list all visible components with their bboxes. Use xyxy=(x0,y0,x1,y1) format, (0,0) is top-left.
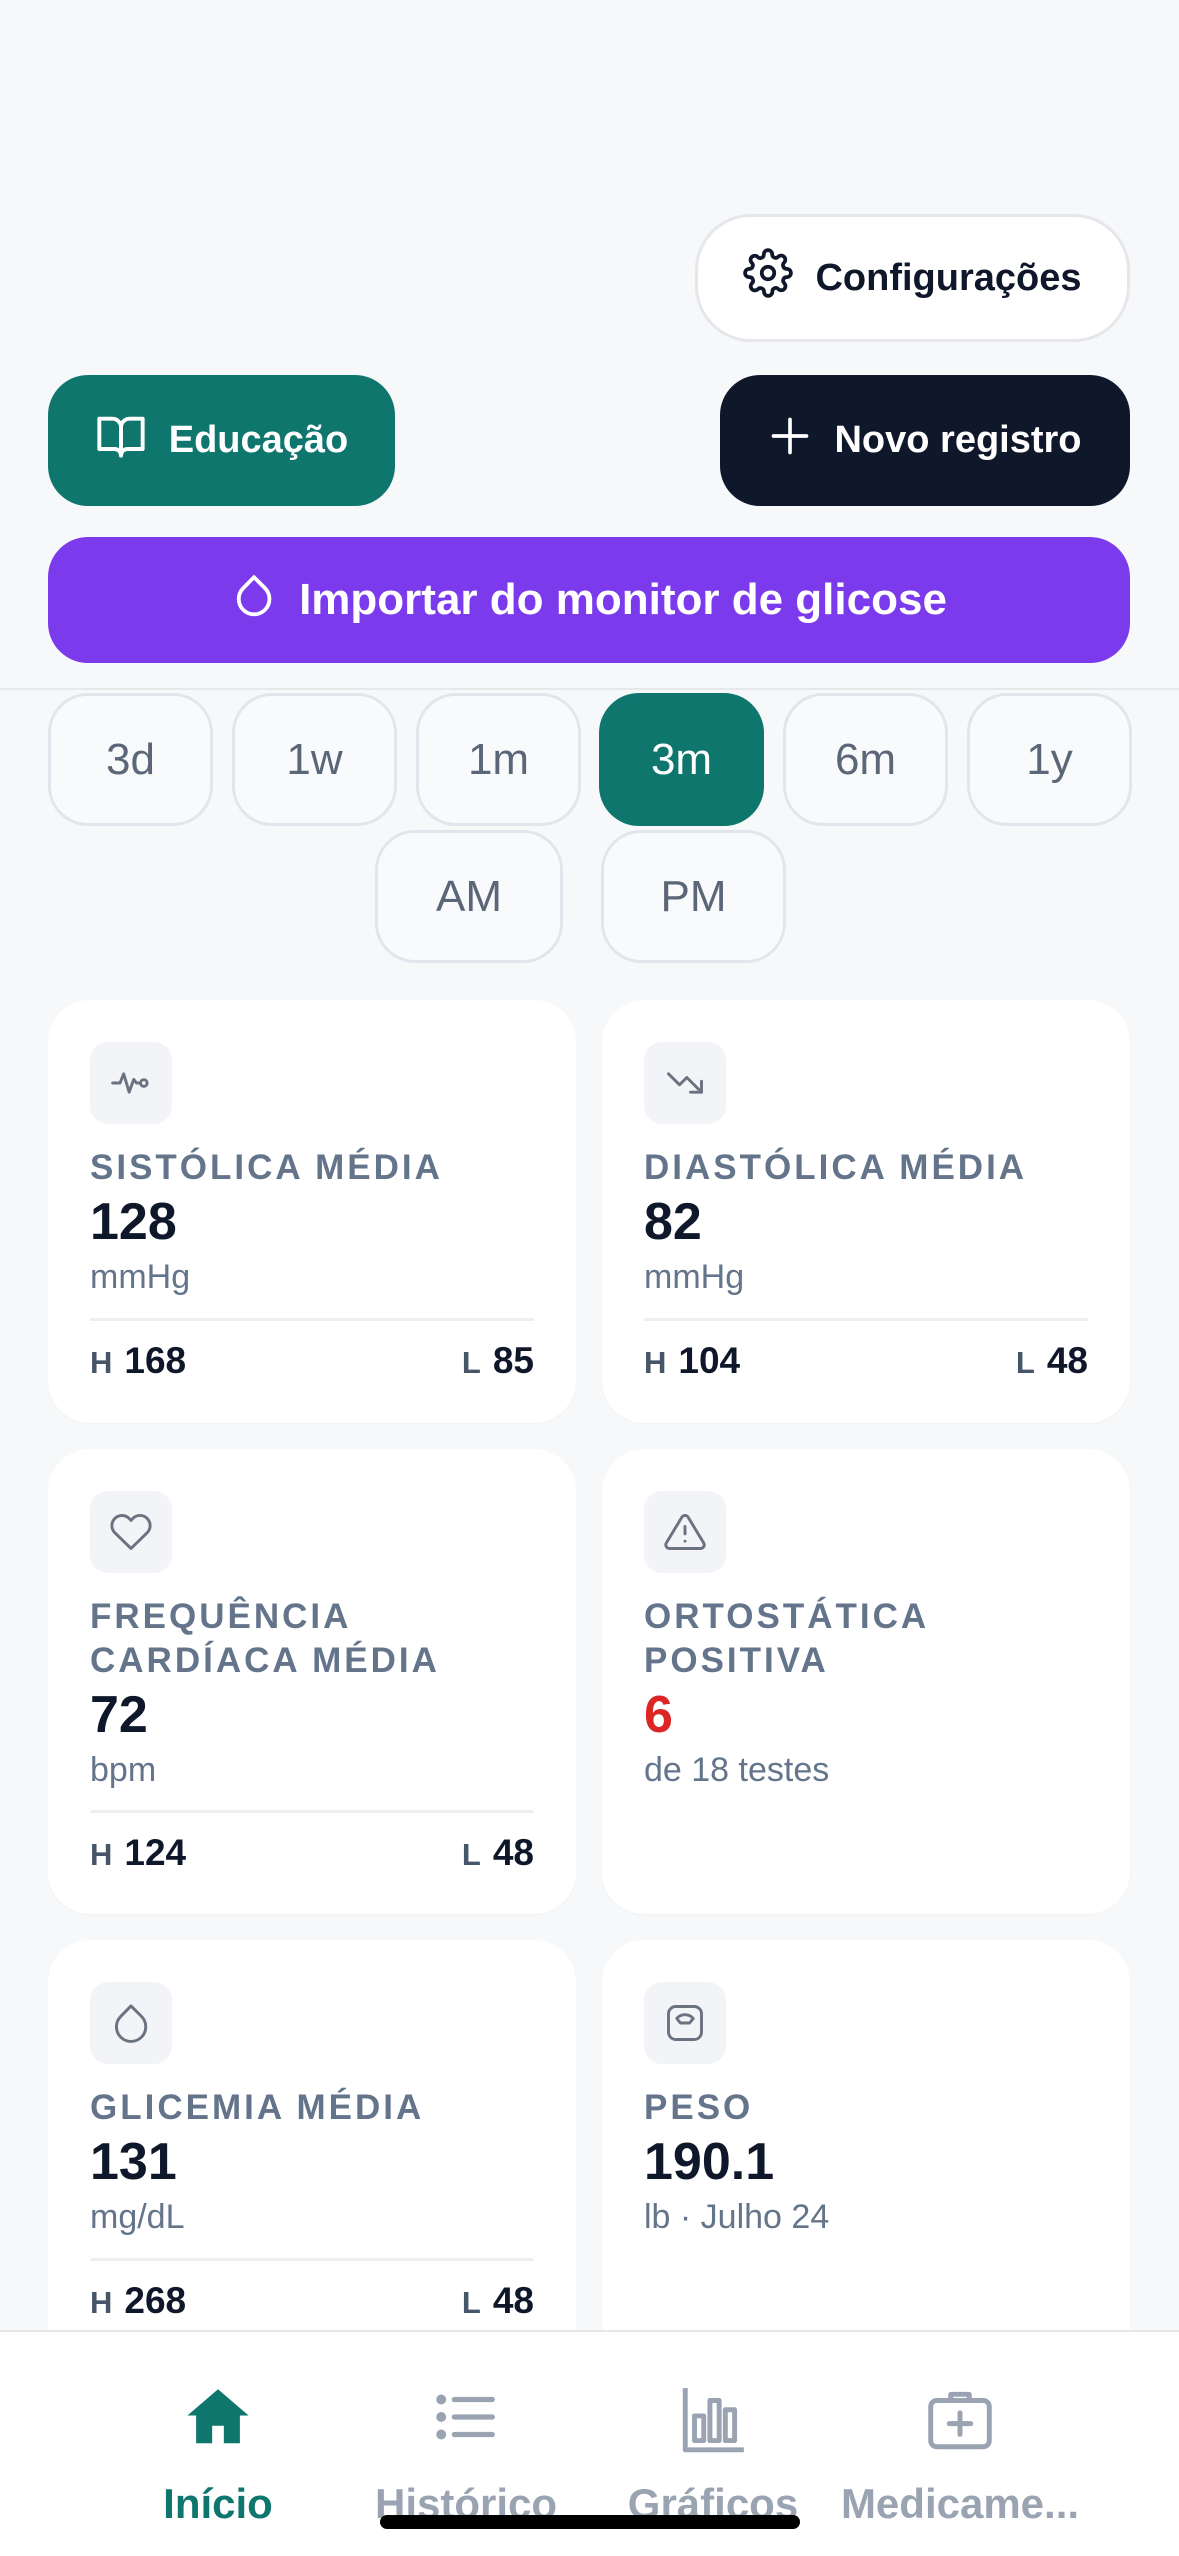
range-chip-3d[interactable]: 3d xyxy=(48,693,213,826)
import-glucose-monitor-button[interactable]: Importar do monitor de glicose xyxy=(48,537,1130,663)
card-label: PESO xyxy=(644,2088,754,2127)
card-high: H 124 xyxy=(90,1832,186,1874)
new-record-label: Novo registro xyxy=(834,419,1082,461)
card-unit: mmHg xyxy=(644,1258,745,1296)
card-value: 72 xyxy=(90,1686,148,1744)
range-chip-label: 3d xyxy=(106,734,155,784)
card-unit: bpm xyxy=(90,1751,157,1789)
card-value: 131 xyxy=(90,2133,177,2191)
low-value: 48 xyxy=(1046,1340,1088,1381)
card-low: L 48 xyxy=(1016,1340,1088,1382)
systolic-card[interactable]: SISTÓLICA MÉDIA 128 mmHg H 168 L 85 xyxy=(48,1000,576,1423)
new-record-button[interactable]: Novo registro xyxy=(720,375,1130,506)
card-label: GLICEMIA MÉDIA xyxy=(90,2088,425,2127)
low-value: 85 xyxy=(492,1340,534,1381)
card-divider xyxy=(90,1810,534,1813)
range-chip-1m[interactable]: 1m xyxy=(416,693,581,826)
book-open-icon xyxy=(95,410,147,472)
import-label: Importar do monitor de glicose xyxy=(299,575,947,624)
low-key: L xyxy=(461,1345,481,1380)
card-value: 6 xyxy=(644,1686,673,1744)
card-label: DIASTÓLICA MÉDIA xyxy=(644,1148,1028,1187)
card-detail: de 18 testes xyxy=(644,1751,830,1789)
range-chip-label: 1y xyxy=(1026,734,1073,784)
range-chip-label: 6m xyxy=(834,734,897,784)
list-icon xyxy=(431,2382,501,2457)
high-value: 168 xyxy=(124,1340,187,1381)
card-unit: mmHg xyxy=(90,1258,191,1296)
low-value: 48 xyxy=(492,2280,534,2321)
card-label: FREQUÊNCIA CARDÍACA MÉDIA xyxy=(90,1597,440,1680)
card-low: L 48 xyxy=(462,1832,534,1874)
period-chip-label: AM xyxy=(436,871,502,921)
droplet-icon xyxy=(90,1982,172,2064)
header-divider xyxy=(0,688,1179,690)
settings-button[interactable]: Configurações xyxy=(695,214,1130,342)
card-high: H 104 xyxy=(644,1340,740,1382)
period-chip-label: PM xyxy=(660,871,727,921)
range-chip-1w[interactable]: 1w xyxy=(232,693,397,826)
card-detail: lb · Julho 24 xyxy=(644,2198,830,2236)
education-label: Educação xyxy=(168,419,349,461)
high-value: 124 xyxy=(124,1832,187,1873)
card-label: ORTOSTÁTICA POSITIVA xyxy=(644,1597,928,1680)
card-divider xyxy=(90,1318,534,1321)
heart-rate-card[interactable]: FREQUÊNCIA CARDÍACA MÉDIA 72 bpm H 124 L4… xyxy=(48,1449,576,1914)
low-key: L xyxy=(461,2285,481,2320)
plus-icon xyxy=(768,414,812,468)
card-divider xyxy=(644,1318,1088,1321)
alert-triangle-icon xyxy=(644,1491,726,1573)
period-chip-pm[interactable]: PM xyxy=(601,830,786,963)
card-value: 82 xyxy=(644,1193,702,1251)
droplet-icon xyxy=(231,572,277,629)
high-key: H xyxy=(90,1837,113,1872)
heart-icon xyxy=(90,1491,172,1573)
period-chip-am[interactable]: AM xyxy=(375,830,563,963)
education-button[interactable]: Educação xyxy=(48,375,395,506)
tab-label: Medicame... xyxy=(840,2480,1080,2527)
high-value: 104 xyxy=(678,1340,741,1381)
settings-label: Configurações xyxy=(815,256,1082,299)
high-key: H xyxy=(90,1345,113,1380)
range-chip-1y[interactable]: 1y xyxy=(967,693,1132,826)
gear-icon xyxy=(743,248,794,308)
trending-down-icon xyxy=(644,1042,726,1124)
bar-chart-icon xyxy=(676,2382,750,2461)
scale-icon xyxy=(644,1982,726,2064)
high-value: 268 xyxy=(124,2280,187,2321)
low-value: 48 xyxy=(492,1832,534,1873)
range-chip-3m[interactable]: 3m xyxy=(599,693,764,826)
card-value: 190.1 xyxy=(644,2133,775,2191)
low-key: L xyxy=(461,1837,481,1872)
home-icon xyxy=(181,2382,255,2457)
range-chip-6m[interactable]: 6m xyxy=(783,693,948,826)
high-key: H xyxy=(644,1345,667,1380)
card-low: L 85 xyxy=(462,1340,534,1382)
high-key: H xyxy=(90,2285,113,2320)
medical-kit-icon xyxy=(923,2382,997,2461)
card-label: SISTÓLICA MÉDIA xyxy=(90,1148,443,1187)
range-chip-label: 1w xyxy=(286,734,343,784)
tab-home[interactable]: Início xyxy=(88,2332,348,2556)
home-indicator xyxy=(380,2515,800,2529)
orthostatic-card[interactable]: ORTOSTÁTICA POSITIVA 6 de 18 testes xyxy=(602,1449,1130,1914)
card-low: L 48 xyxy=(462,2280,534,2322)
card-value: 128 xyxy=(90,1193,177,1251)
tab-label: Início xyxy=(163,2480,273,2527)
tab-medications[interactable]: Medicame... xyxy=(830,2332,1090,2556)
card-divider xyxy=(90,2258,534,2261)
range-chip-label: 1m xyxy=(467,734,530,784)
card-high: H 168 xyxy=(90,1340,186,1382)
low-key: L xyxy=(1015,1345,1035,1380)
activity-icon xyxy=(90,1042,172,1124)
diastolic-card[interactable]: DIASTÓLICA MÉDIA 82 mmHg H 104 L 48 xyxy=(602,1000,1130,1423)
range-chip-label: 3m xyxy=(650,734,713,784)
card-high: H 268 xyxy=(90,2280,186,2322)
card-unit: mg/dL xyxy=(90,2198,185,2236)
